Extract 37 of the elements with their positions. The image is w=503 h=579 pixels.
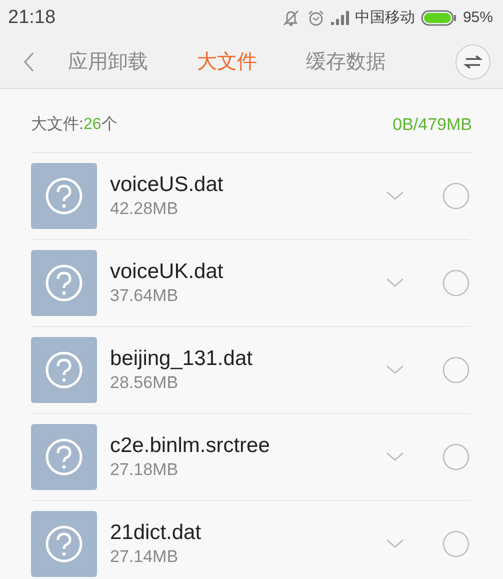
- back-icon[interactable]: [22, 50, 36, 72]
- file-name: 21dict.dat: [110, 521, 202, 545]
- signal-icon: [330, 10, 349, 24]
- expand-icon[interactable]: [386, 278, 404, 288]
- unknown-file-icon: [31, 337, 97, 403]
- carrier-name: 中国移动: [354, 8, 415, 27]
- expand-icon[interactable]: [386, 539, 404, 549]
- file-name: beijing_131.dat: [110, 347, 254, 371]
- checkbox[interactable]: [442, 356, 470, 384]
- unknown-file-icon: [31, 250, 97, 316]
- file-size: 28.56MB: [110, 373, 180, 393]
- checkbox[interactable]: [442, 269, 470, 297]
- unknown-file-icon: [31, 163, 97, 229]
- expand-icon[interactable]: [386, 191, 404, 201]
- file-size: 37.64MB: [110, 286, 180, 306]
- alarm-icon: [306, 8, 325, 26]
- checkbox[interactable]: [442, 182, 470, 210]
- checkbox[interactable]: [442, 443, 470, 471]
- file-name: voiceUS.dat: [110, 173, 224, 197]
- selected-size: 0B/479MB: [392, 114, 472, 134]
- expand-icon[interactable]: [386, 365, 404, 375]
- tab[interactable]: 应用卸载: [68, 48, 148, 75]
- file-size: 27.18MB: [110, 460, 180, 480]
- file-size: 42.28MB: [110, 199, 180, 219]
- battery-percent: 95%: [462, 9, 493, 26]
- file-count: 大文件:26个: [31, 114, 118, 135]
- file-size: 27.14MB: [110, 547, 180, 567]
- swap-icon[interactable]: [455, 44, 491, 80]
- tab[interactable]: 缓存数据: [306, 48, 386, 75]
- unknown-file-icon: [31, 424, 97, 490]
- battery-icon: [420, 10, 457, 26]
- tab[interactable]: 大文件: [197, 48, 257, 75]
- checkbox[interactable]: [442, 530, 470, 558]
- status-time: 21:18: [8, 6, 56, 28]
- file-name: voiceUK.dat: [110, 260, 224, 284]
- expand-icon[interactable]: [386, 452, 404, 462]
- file-name: c2e.binlm.srctree: [110, 434, 271, 458]
